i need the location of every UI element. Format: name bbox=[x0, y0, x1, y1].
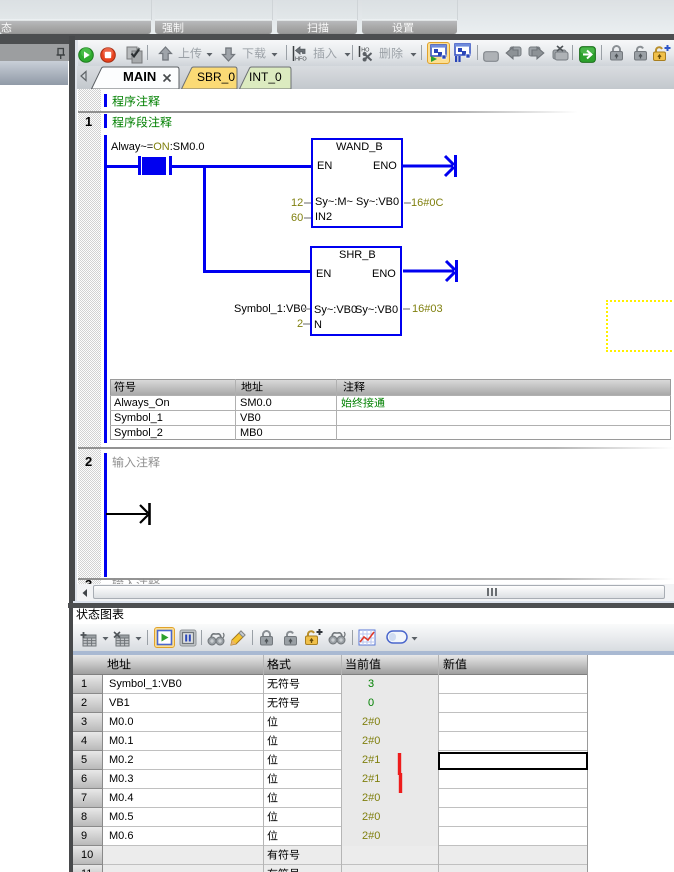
svg-text:HFO: HFO bbox=[295, 57, 307, 63]
